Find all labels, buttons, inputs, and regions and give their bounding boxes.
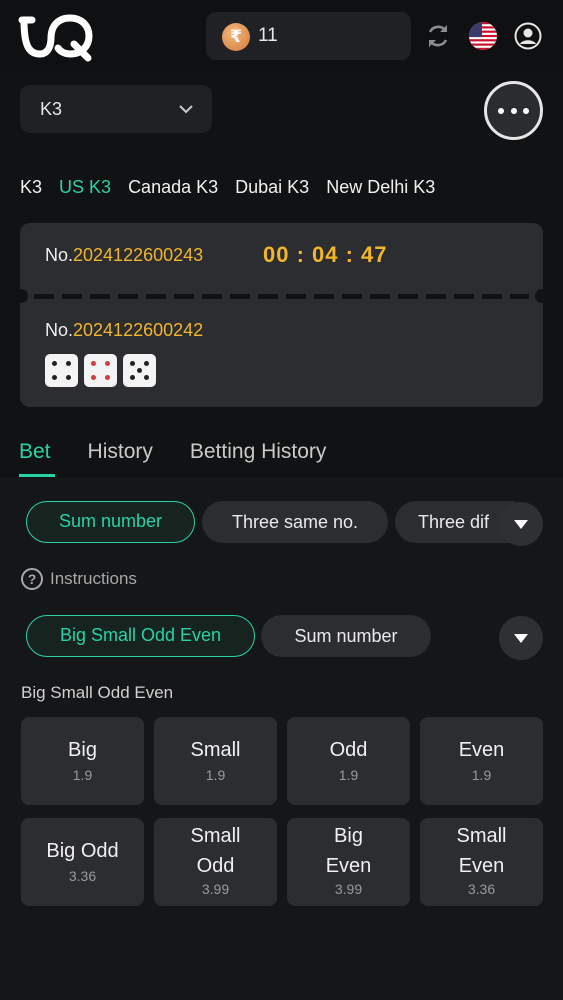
previous-result-dice <box>45 354 156 387</box>
bet-type-dropdown-button[interactable] <box>499 502 543 546</box>
pill-three-different[interactable]: Three dif <box>395 501 515 543</box>
bet-label: Big Even <box>325 825 372 877</box>
round-number: 2024122600242 <box>73 320 204 340</box>
bet-option-big[interactable]: Big 1.9 <box>21 717 144 805</box>
bet-odds: 1.9 <box>205 767 226 783</box>
tab-new-delhi-k3[interactable]: New Delhi K3 <box>326 177 435 201</box>
sub-type-dropdown-button[interactable] <box>499 616 543 660</box>
dice-three-icon <box>84 354 117 387</box>
chevron-down-icon <box>179 105 193 114</box>
tab-canada-k3[interactable]: Canada K3 <box>128 177 218 201</box>
tab-bet[interactable]: Bet <box>19 440 51 464</box>
dot-icon <box>523 108 529 114</box>
bet-option-small-even[interactable]: Small Even 3.36 <box>420 818 543 906</box>
triangle-down-icon <box>514 520 528 529</box>
dice-five-icon <box>123 354 156 387</box>
bet-odds: 1.9 <box>72 767 93 783</box>
bet-label: Small Odd <box>190 825 241 877</box>
instructions-label: Instructions <box>50 569 137 588</box>
bet-odds: 3.99 <box>201 881 230 897</box>
card-notch <box>535 289 549 303</box>
user-account-icon[interactable] <box>514 22 542 50</box>
main-tabs: Bet History Betting History <box>19 440 326 464</box>
balance-value: 11 <box>258 25 278 46</box>
countdown-timer: 00 : 04 : 47 <box>263 242 388 267</box>
bet-label: Big <box>68 739 97 761</box>
pill-sum-number[interactable]: Sum number <box>26 501 195 543</box>
dot-icon <box>498 108 504 114</box>
pill-big-small-odd-even[interactable]: Big Small Odd Even <box>26 615 255 657</box>
card-notch <box>14 289 28 303</box>
bet-odds: 1.9 <box>338 767 359 783</box>
bet-option-big-even[interactable]: Big Even 3.99 <box>287 818 410 906</box>
refresh-icon[interactable] <box>425 23 451 49</box>
current-round-number: No.2024122600243 <box>45 245 203 266</box>
bet-odds: 3.99 <box>334 881 363 897</box>
bet-option-small[interactable]: Small 1.9 <box>154 717 277 805</box>
bet-label: Odd <box>329 739 368 761</box>
tab-history[interactable]: History <box>88 440 153 464</box>
game-type-dropdown[interactable]: K3 <box>20 85 212 133</box>
bet-label: Small <box>190 739 241 761</box>
previous-round-number: No.2024122600242 <box>45 320 203 341</box>
active-tab-indicator <box>19 474 55 477</box>
brand-logo[interactable] <box>18 10 94 62</box>
us-flag-icon[interactable] <box>469 22 497 50</box>
bet-label: Even <box>458 739 505 761</box>
round-number: 2024122600243 <box>73 245 204 265</box>
bet-odds: 1.9 <box>471 767 492 783</box>
balance-display[interactable]: ₹ 11 <box>206 12 411 60</box>
round-prefix: No. <box>45 320 74 340</box>
tab-betting-history[interactable]: Betting History <box>190 440 327 464</box>
bet-option-even[interactable]: Even 1.9 <box>420 717 543 805</box>
bet-option-odd[interactable]: Odd 1.9 <box>287 717 410 805</box>
bet-odds: 3.36 <box>467 881 496 897</box>
pill-three-same[interactable]: Three same no. <box>202 501 388 543</box>
game-variant-tabs: K3 US K3 Canada K3 Dubai K3 New Delhi K3 <box>20 177 435 201</box>
instructions-link[interactable]: ? Instructions <box>21 568 137 590</box>
round-info-card: No.2024122600243 00 : 04 : 47 No.2024122… <box>14 223 549 407</box>
question-mark-icon: ? <box>21 568 43 590</box>
round-prefix: No. <box>45 245 74 265</box>
more-options-button[interactable] <box>484 81 543 140</box>
bet-label: Small Even <box>456 825 507 877</box>
bet-option-small-odd[interactable]: Small Odd 3.99 <box>154 818 277 906</box>
bet-odds: 3.36 <box>68 868 97 884</box>
dot-icon <box>510 108 517 114</box>
tab-k3[interactable]: K3 <box>20 177 42 201</box>
top-header: ₹ 11 <box>0 0 563 72</box>
dice-four-icon <box>45 354 78 387</box>
tab-us-k3[interactable]: US K3 <box>59 177 111 201</box>
section-title: Big Small Odd Even <box>21 683 174 702</box>
bet-option-big-odd[interactable]: Big Odd 3.36 <box>21 818 144 906</box>
bet-label: Big Odd <box>46 840 119 862</box>
tab-dubai-k3[interactable]: Dubai K3 <box>235 177 309 201</box>
triangle-down-icon <box>514 634 528 643</box>
dashed-divider <box>34 294 529 299</box>
game-type-selected: K3 <box>40 99 63 119</box>
rupee-coin-icon: ₹ <box>222 23 250 51</box>
pill-sub-sum-number[interactable]: Sum number <box>261 615 431 657</box>
